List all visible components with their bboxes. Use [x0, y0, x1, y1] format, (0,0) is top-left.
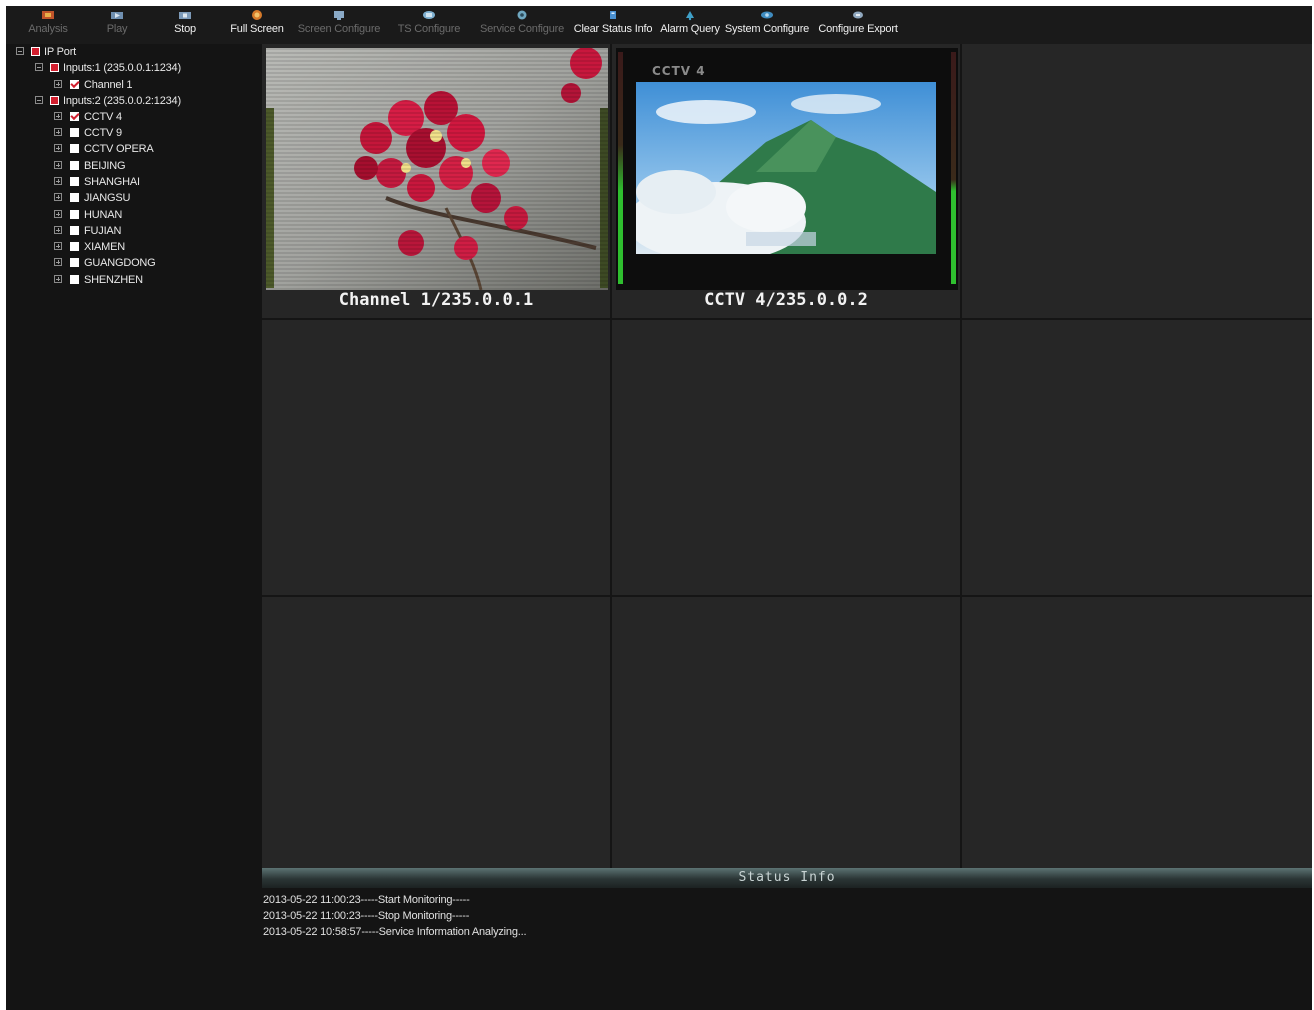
video-cell-7[interactable]	[262, 597, 612, 868]
expand-icon[interactable]	[54, 210, 62, 218]
analysis-icon	[42, 11, 54, 19]
log-line: 2013-05-22 11:00:23-----Start Monitoring…	[263, 894, 470, 906]
tree-checkbox[interactable]	[70, 275, 79, 284]
clear-status-icon	[610, 11, 616, 19]
expand-icon[interactable]	[54, 144, 62, 152]
expand-icon[interactable]	[54, 242, 62, 250]
tree-checkbox[interactable]	[70, 242, 79, 251]
stop-button[interactable]: Stop	[164, 6, 206, 44]
video-frame-cctv4: CCTV 4	[616, 48, 958, 290]
channel-tree: IP Port Inputs:1 (235.0.0.1:1234) Channe…	[6, 44, 262, 1010]
stop-icon	[179, 12, 191, 19]
screen-configure-icon	[334, 11, 344, 20]
tree-checkbox[interactable]	[70, 177, 79, 186]
configure-export-icon	[853, 11, 863, 19]
tree-checkbox[interactable]	[70, 193, 79, 202]
analysis-button[interactable]: Analysis	[20, 6, 76, 44]
play-button[interactable]: Play	[94, 6, 140, 44]
expand-icon[interactable]	[54, 226, 62, 234]
system-configure-button[interactable]: System Configure	[724, 6, 810, 44]
expand-icon[interactable]	[54, 275, 62, 283]
tree-checkbox[interactable]	[50, 96, 59, 105]
log-line: 2013-05-22 10:58:57-----Service Informat…	[263, 926, 527, 938]
ts-configure-icon	[423, 11, 435, 19]
video-cell-8[interactable]	[612, 597, 962, 868]
video-caption: CCTV 4/235.0.0.2	[704, 290, 868, 310]
expand-icon[interactable]	[54, 177, 62, 185]
audio-meter-left	[618, 52, 623, 284]
full-screen-icon	[252, 10, 262, 20]
tree-checkbox[interactable]	[50, 63, 59, 72]
video-caption: Channel 1/235.0.0.1	[338, 290, 534, 310]
tree-checkbox[interactable]	[70, 258, 79, 267]
expand-icon[interactable]	[54, 112, 62, 120]
tree-checkbox[interactable]	[70, 144, 79, 153]
collapse-icon[interactable]	[16, 47, 24, 55]
tree-checkbox[interactable]	[70, 80, 79, 89]
channel-logo: CCTV 4	[652, 64, 706, 78]
tree-checkbox[interactable]	[70, 226, 79, 235]
tree-checkbox[interactable]	[31, 47, 40, 56]
video-frame-flowers	[266, 48, 608, 290]
expand-icon[interactable]	[54, 128, 62, 136]
tree-checkbox[interactable]	[70, 161, 79, 170]
expand-icon[interactable]	[54, 193, 62, 201]
video-cell-3[interactable]	[962, 44, 1312, 320]
clear-status-info-button[interactable]: Clear Status Info	[570, 6, 656, 44]
tree-checkbox[interactable]	[70, 112, 79, 121]
toolbar: Analysis Play Stop Full Screen Screen Co…	[6, 6, 1312, 44]
video-cell-1[interactable]: Channel 1/235.0.0.1	[262, 44, 612, 320]
video-cell-4[interactable]	[262, 320, 612, 597]
screen-configure-button[interactable]: Screen Configure	[294, 6, 384, 44]
status-panel: Status Info 2013-05-22 11:00:23-----Star…	[262, 868, 1312, 1010]
tree-checkbox[interactable]	[70, 210, 79, 219]
expand-icon[interactable]	[54, 258, 62, 266]
alarm-query-icon	[686, 11, 694, 21]
status-title: Status Info	[262, 868, 1312, 888]
configure-export-button[interactable]: Configure Export	[812, 6, 904, 44]
tree-checkbox[interactable]	[70, 128, 79, 137]
service-configure-icon	[517, 10, 527, 20]
play-icon	[111, 12, 123, 19]
audio-meter-right	[951, 52, 956, 284]
video-cell-5[interactable]	[612, 320, 962, 597]
log-line: 2013-05-22 11:00:23-----Stop Monitoring-…	[263, 910, 470, 922]
video-cell-9[interactable]	[962, 597, 1312, 868]
system-configure-icon	[761, 11, 773, 19]
video-cell-6[interactable]	[962, 320, 1312, 597]
video-image-mountain	[636, 82, 936, 254]
video-cell-2[interactable]: CCTV 4 CCTV 4/235.0.0.2	[612, 44, 962, 320]
alarm-query-button[interactable]: Alarm Query	[658, 6, 722, 44]
collapse-icon[interactable]	[35, 63, 43, 71]
expand-icon[interactable]	[54, 80, 62, 88]
expand-icon[interactable]	[54, 161, 62, 169]
service-configure-button[interactable]: Service Configure	[476, 6, 568, 44]
collapse-icon[interactable]	[35, 96, 43, 104]
full-screen-button[interactable]: Full Screen	[224, 6, 290, 44]
ts-configure-button[interactable]: TS Configure	[394, 6, 464, 44]
video-grid: Channel 1/235.0.0.1 CCTV 4 CCTV 4/235.0.…	[262, 44, 1312, 868]
app-window: Analysis Play Stop Full Screen Screen Co…	[6, 6, 1312, 1010]
